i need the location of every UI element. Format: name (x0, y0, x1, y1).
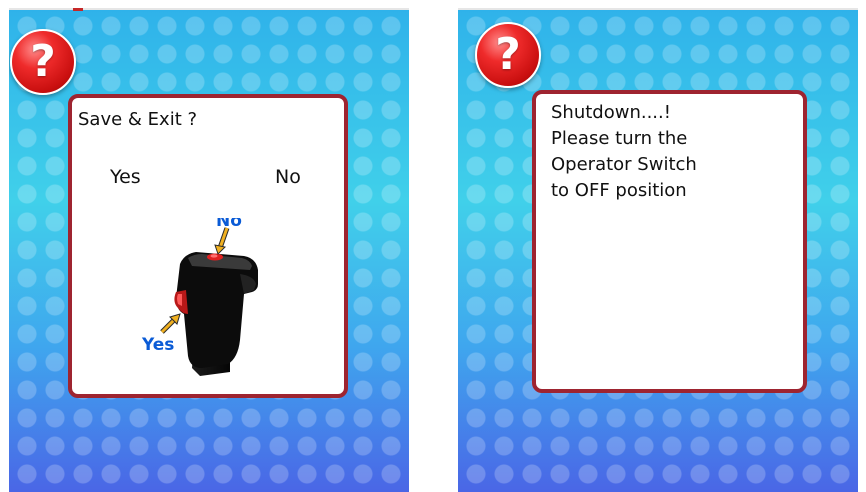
yes-option[interactable]: Yes (110, 166, 141, 188)
left-screen: ? Save & Exit ? Yes No No Yes (9, 8, 409, 492)
right-screen: ? Shutdown....! Please turn the Operator… (458, 8, 858, 492)
lever-yes-label: Yes (141, 335, 174, 355)
no-option[interactable]: No (275, 166, 301, 188)
joystick-lever-icon: No Yes (140, 218, 258, 376)
help-button[interactable]: ? (475, 22, 541, 88)
top-indicator-mark (73, 8, 83, 11)
message-line: Please turn the (551, 128, 688, 149)
help-button[interactable]: ? (10, 29, 76, 95)
message-line: to OFF position (551, 180, 687, 201)
help-icon: ? (495, 29, 521, 80)
top-divider (9, 8, 409, 10)
shutdown-dialog: Shutdown....! Please turn the Operator S… (532, 90, 807, 393)
save-exit-dialog: Save & Exit ? Yes No No Yes (68, 94, 348, 398)
top-divider (458, 8, 858, 10)
lever-no-label: No (216, 218, 242, 231)
message-line: Shutdown....! (551, 102, 671, 123)
shutdown-message: Shutdown....! Please turn the Operator S… (551, 100, 697, 204)
message-line: Operator Switch (551, 154, 697, 175)
dialog-title: Save & Exit ? (78, 109, 198, 130)
help-icon: ? (30, 36, 56, 87)
